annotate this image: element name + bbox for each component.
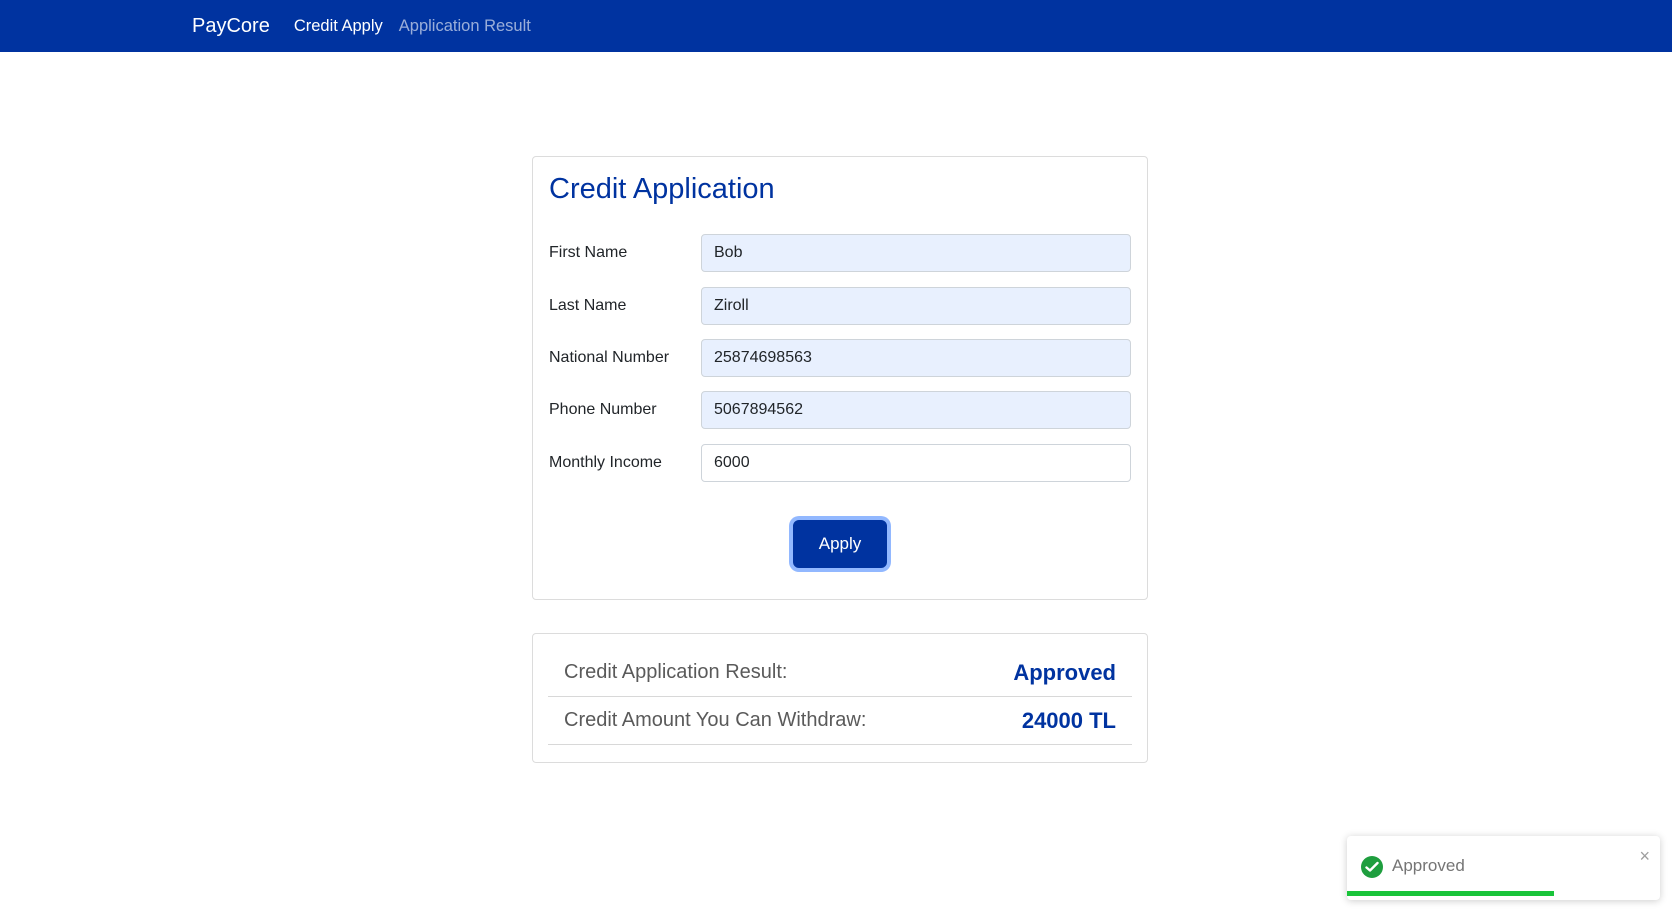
nav-link-credit-apply[interactable]: Credit Apply xyxy=(294,17,383,36)
monthly-income-field[interactable] xyxy=(701,444,1131,482)
first-name-field[interactable] xyxy=(701,234,1131,272)
close-icon[interactable]: × xyxy=(1639,846,1650,867)
result-status-row: Credit Application Result: Approved xyxy=(548,649,1132,697)
check-circle-icon xyxy=(1361,856,1383,878)
monthly-income-row: Monthly Income xyxy=(549,444,1133,482)
first-name-label: First Name xyxy=(549,244,628,261)
national-number-field[interactable] xyxy=(701,339,1131,377)
page-title: Credit Application xyxy=(549,173,775,205)
toast-progress-bar xyxy=(1347,891,1554,896)
first-name-row: First Name xyxy=(549,234,1133,272)
national-number-label: National Number xyxy=(549,349,670,366)
brand-logo[interactable]: PayCore xyxy=(192,15,270,38)
approved-toast: Approved × xyxy=(1347,836,1660,900)
toast-message: Approved xyxy=(1392,856,1465,875)
national-number-row: National Number xyxy=(549,339,1133,377)
phone-number-label: Phone Number xyxy=(549,401,657,418)
credit-amount-row: Credit Amount You Can Withdraw: 24000 TL xyxy=(548,697,1132,745)
result-card: Credit Application Result: Approved Cred… xyxy=(532,633,1148,763)
nav-link-application-result[interactable]: Application Result xyxy=(399,17,531,36)
top-navbar: PayCore Credit Apply Application Result xyxy=(0,0,1672,52)
result-status-label: Credit Application Result: xyxy=(564,661,788,683)
credit-amount-label: Credit Amount You Can Withdraw: xyxy=(564,709,867,731)
result-status-value: Approved xyxy=(1013,659,1116,685)
apply-button[interactable]: Apply xyxy=(793,520,887,568)
monthly-income-label: Monthly Income xyxy=(549,454,662,471)
phone-number-field[interactable] xyxy=(701,391,1131,429)
last-name-label: Last Name xyxy=(549,297,627,314)
credit-application-card: Credit Application First Name Last Name … xyxy=(532,156,1148,600)
last-name-row: Last Name xyxy=(549,287,1133,325)
last-name-field[interactable] xyxy=(701,287,1131,325)
toast-progress-track xyxy=(1347,891,1660,896)
phone-number-row: Phone Number xyxy=(549,391,1133,429)
credit-amount-value: 24000 TL xyxy=(1021,707,1116,733)
